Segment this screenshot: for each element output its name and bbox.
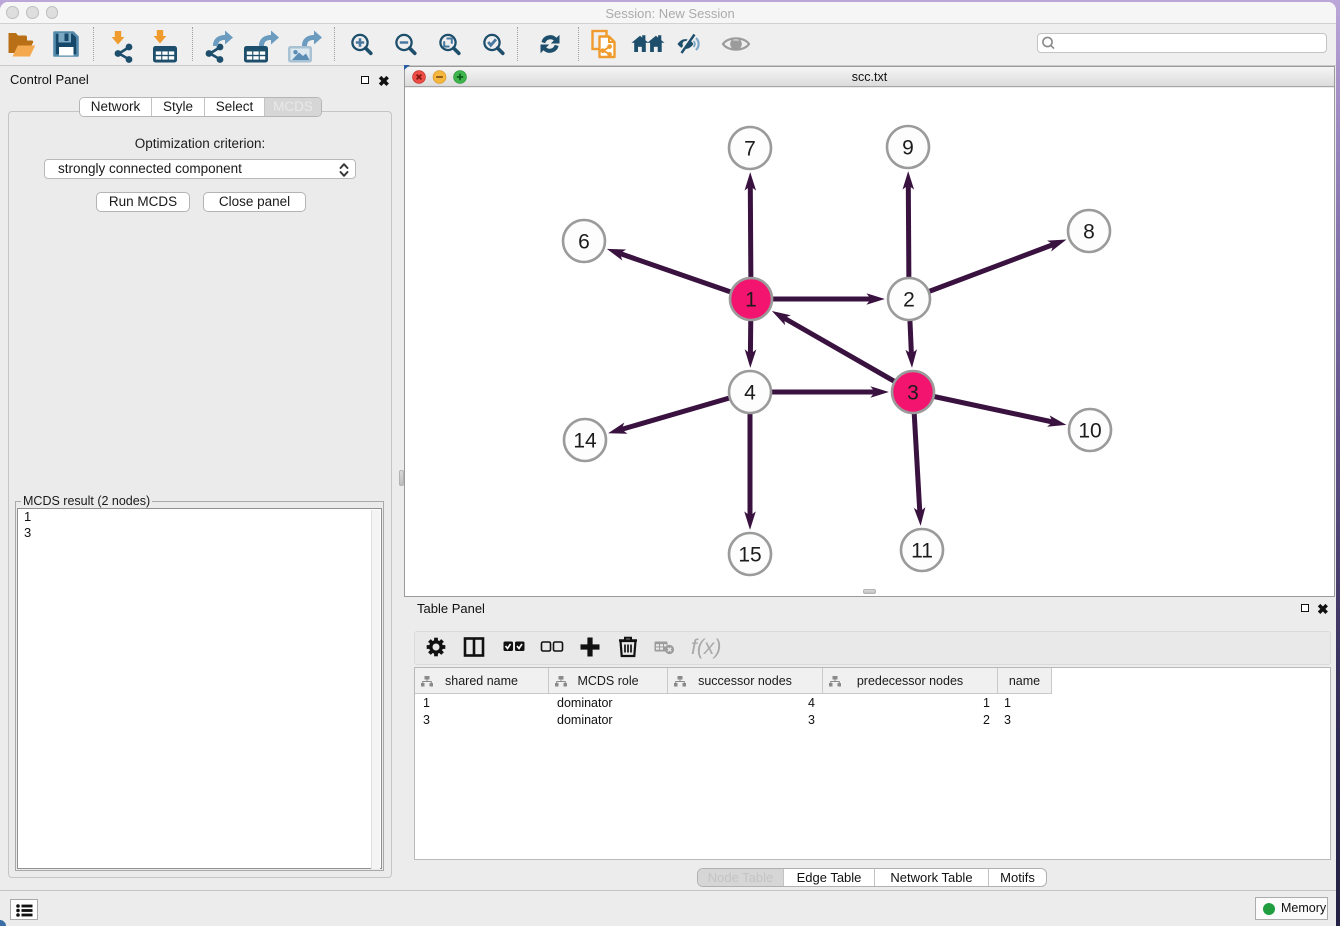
svg-text:11: 11 xyxy=(911,540,933,563)
svg-text:14: 14 xyxy=(573,430,597,453)
svg-text:8: 8 xyxy=(1083,221,1095,244)
svg-text:2: 2 xyxy=(903,289,915,312)
svg-text:10: 10 xyxy=(1078,420,1101,443)
svg-text:3: 3 xyxy=(907,382,919,405)
svg-text:1: 1 xyxy=(745,289,757,312)
svg-text:f(x): f(x) xyxy=(691,636,721,659)
svg-text:9: 9 xyxy=(902,137,914,160)
svg-text:7: 7 xyxy=(744,138,756,161)
svg-text:4: 4 xyxy=(744,382,756,405)
svg-text:6: 6 xyxy=(578,231,590,254)
svg-text:15: 15 xyxy=(738,544,761,567)
